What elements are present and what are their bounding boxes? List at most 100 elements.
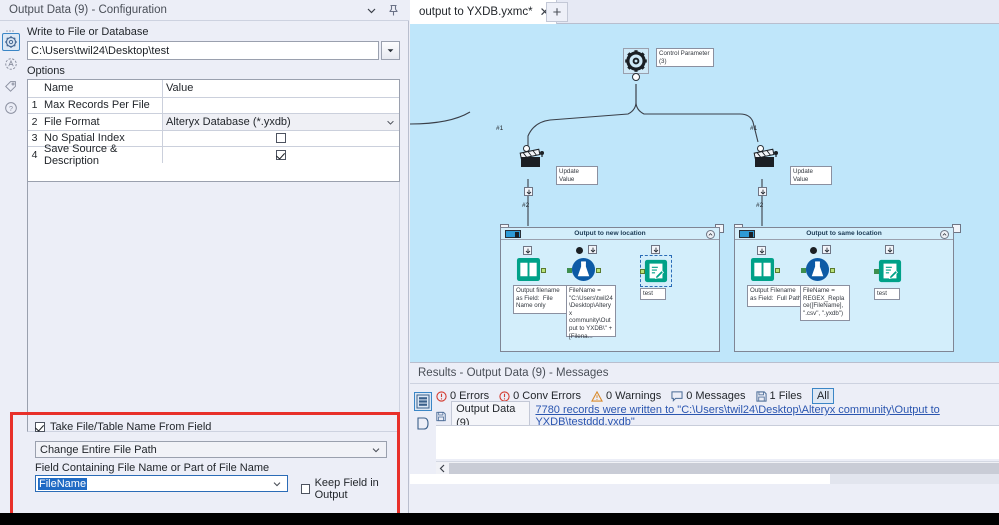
row-index: 2	[31, 115, 38, 128]
collapse-icon[interactable]	[706, 229, 715, 239]
help-icon[interactable]: ?	[2, 99, 20, 117]
container-color-swatch[interactable]	[505, 230, 521, 238]
input-data-icon[interactable]	[750, 257, 775, 285]
configuration-empty-area	[27, 182, 400, 432]
keep-field-label: Keep Field in Output	[314, 477, 379, 501]
rail-grip[interactable]	[5, 25, 17, 32]
take-name-from-field-label: Take File/Table Name From Field	[50, 421, 212, 433]
input-anchor[interactable]	[567, 268, 572, 273]
output-anchor[interactable]	[596, 268, 601, 273]
connection-badge[interactable]	[757, 246, 766, 255]
action-label-1: Update Value	[556, 166, 598, 186]
options-col-name: Name	[41, 80, 163, 97]
action-tool-update-value-1[interactable]	[519, 148, 547, 175]
filter-all-button[interactable]: All	[811, 388, 835, 404]
add-tab-button[interactable]: +	[546, 2, 568, 22]
rail-grip[interactable]	[417, 386, 429, 394]
table-row[interactable]: 4 Save Source & Description	[28, 143, 399, 167]
target-icon[interactable]	[2, 55, 20, 73]
tag-icon[interactable]	[2, 77, 20, 95]
tool-container-output-to-new-location[interactable]: Output to new location Output filename a…	[500, 227, 720, 352]
output-anchor[interactable]	[775, 268, 780, 273]
no-spatial-index-checkbox[interactable]	[276, 133, 286, 144]
input-anchor[interactable]	[874, 269, 879, 274]
gear-icon[interactable]	[2, 33, 20, 51]
output-anchor[interactable]	[830, 268, 835, 273]
collapse-icon[interactable]	[940, 229, 949, 239]
workflow-canvas-inner: Control Parameter (3) #1 #1 #2 #2 Update…	[410, 24, 999, 362]
input-data-icon[interactable]	[516, 257, 541, 285]
action-anchor[interactable]	[810, 247, 817, 254]
chevron-down-icon	[272, 479, 282, 492]
results-horizontal-scrollbar[interactable]	[436, 461, 999, 474]
change-path-dropdown[interactable]: Change Entire File Path	[35, 441, 387, 458]
table-row[interactable]: 1 Max Records Per File	[28, 96, 399, 114]
connection-badge[interactable]	[651, 245, 660, 254]
table-row[interactable]: 2 File Format Alteryx Database (*.yxdb)	[28, 113, 399, 130]
tab-output-to-yxdb[interactable]: output to YXDB.yxmc* ✕	[410, 0, 557, 24]
tool-annotation: FileName = REGEX_Replace([FileName], ".c…	[800, 285, 850, 321]
action-label-2: Update Value	[790, 166, 832, 186]
connection-badge[interactable]	[822, 245, 831, 254]
keep-field-row[interactable]: Keep Field in Output	[301, 477, 397, 501]
tool-container-output-to-same-location[interactable]: Output to same location Output Filename …	[734, 227, 954, 352]
connection-badge[interactable]	[523, 246, 532, 255]
results-title-bar: Results - Output Data (9) - Messages	[410, 363, 999, 384]
data-profile-icon[interactable]	[414, 414, 432, 433]
results-message-row[interactable]: Output Data (9) 7780 records were writte…	[436, 401, 999, 431]
chevron-down-icon[interactable]	[363, 2, 380, 19]
take-name-from-field-checkbox[interactable]	[35, 422, 45, 432]
output-data-icon[interactable]	[644, 259, 668, 286]
take-name-from-field-row[interactable]: Take File/Table Name From Field	[35, 421, 211, 433]
input-anchor[interactable]	[801, 268, 806, 273]
control-parameter-tool[interactable]	[623, 48, 649, 74]
connection-badge[interactable]	[524, 187, 533, 196]
warnings-stat[interactable]: 0 Warnings	[591, 390, 661, 402]
field-name-value: FileName	[38, 477, 88, 490]
keep-field-checkbox[interactable]	[301, 484, 310, 494]
row-value[interactable]	[163, 131, 399, 147]
control-parameter-output-anchor[interactable]	[632, 73, 640, 81]
options-col-index	[28, 80, 41, 97]
write-to-file-dropdown-button[interactable]	[381, 41, 400, 60]
action-tool-update-value-2[interactable]	[753, 148, 781, 175]
write-to-file-label: Write to File or Database	[27, 26, 149, 38]
messages-list-icon[interactable]	[414, 392, 432, 411]
row-value[interactable]	[163, 98, 399, 114]
row-name: Save Source & Description	[41, 143, 163, 167]
file-format-dropdown[interactable]: Alteryx Database (*.yxdb)	[163, 114, 399, 130]
container-color-swatch[interactable]	[739, 230, 755, 238]
chevron-left-icon[interactable]	[436, 462, 449, 475]
field-name-combobox[interactable]: FileName	[35, 475, 288, 492]
tool-annotation: Output filename as Field: File Name only	[513, 285, 568, 314]
output-data-icon[interactable]	[878, 259, 902, 286]
write-to-file-input[interactable]	[27, 41, 379, 60]
container-header: Output to same location	[735, 228, 953, 240]
workspace: output to YXDB.yxmc* ✕ + Control Paramet…	[410, 0, 999, 525]
warnings-label: 0 Warnings	[605, 390, 662, 402]
row-value[interactable]	[163, 147, 399, 163]
formula-icon[interactable]	[805, 257, 830, 285]
connection-badge[interactable]	[885, 245, 894, 254]
messages-stat[interactable]: 0 Messages	[671, 390, 746, 402]
action-anchor[interactable]	[576, 247, 583, 254]
results-footer-left	[410, 474, 830, 484]
output-anchor[interactable]	[541, 268, 546, 273]
results-title: Results - Output Data (9) - Messages	[418, 367, 609, 379]
options-table: Name Value 1 Max Records Per File 2 File…	[27, 79, 400, 182]
scrollbar-thumb[interactable]	[449, 462, 999, 474]
container-header: Output to new location	[501, 228, 719, 240]
row-name: Max Records Per File	[41, 97, 163, 113]
files-stat[interactable]: 1 Files	[755, 390, 802, 402]
connection-badge[interactable]	[758, 187, 767, 196]
tab-label: output to YXDB.yxmc*	[419, 6, 533, 18]
app-window: Output Data (9) - Configuration ? Write …	[0, 0, 999, 525]
workflow-canvas[interactable]: Control Parameter (3) #1 #1 #2 #2 Update…	[410, 24, 999, 362]
input-anchor[interactable]	[640, 269, 645, 274]
connection-badge[interactable]	[588, 245, 597, 254]
row-index: 3	[31, 132, 38, 145]
formula-icon[interactable]	[571, 257, 596, 285]
error-icon	[436, 390, 447, 402]
pin-icon[interactable]	[385, 2, 402, 19]
save-source-description-checkbox[interactable]	[276, 149, 286, 160]
